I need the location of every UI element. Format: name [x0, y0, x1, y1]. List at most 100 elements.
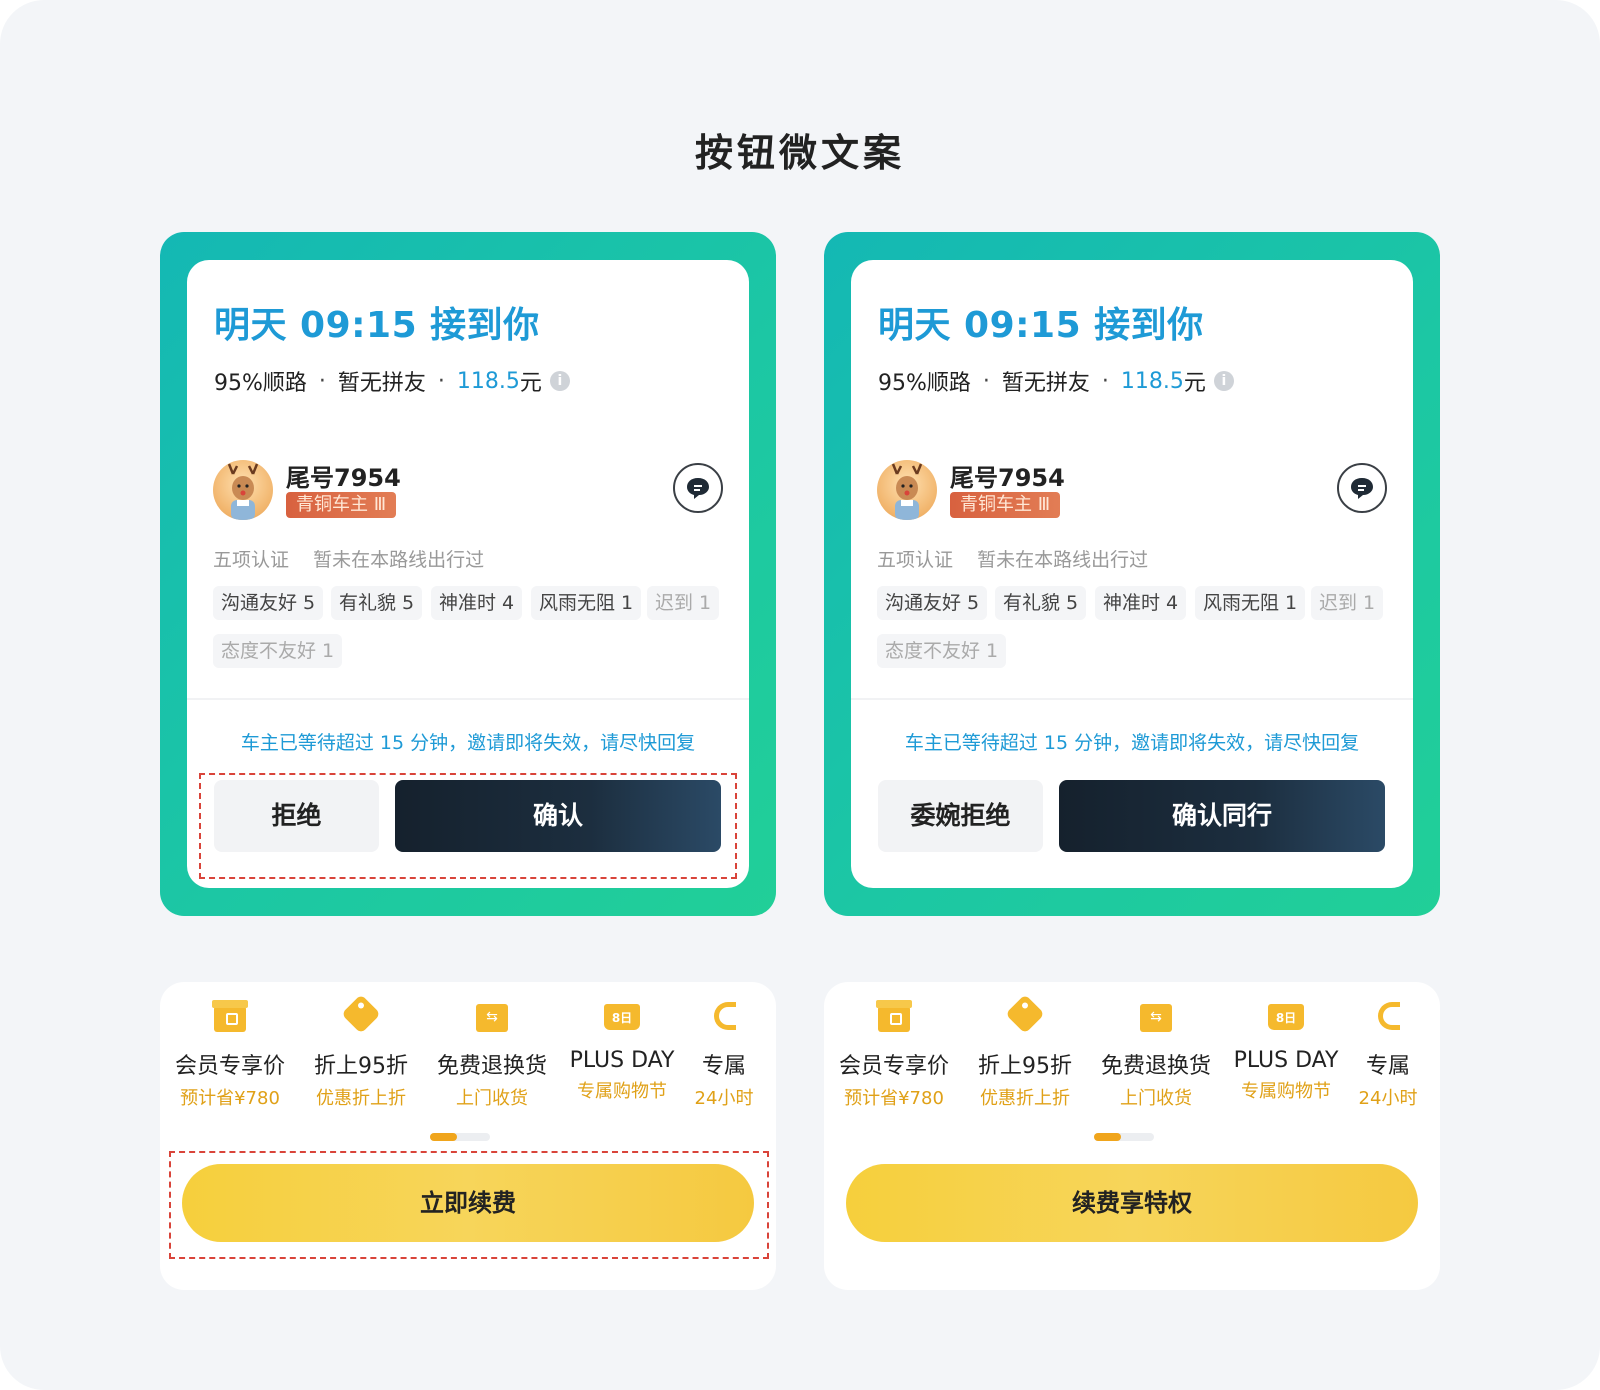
- driver-level-badge: 青铜车主 Ⅲ: [950, 492, 1061, 518]
- deer-avatar-icon: [227, 463, 259, 520]
- reject-button[interactable]: 委婉拒绝: [878, 780, 1043, 852]
- carpool-status: 暂无拼友: [337, 371, 426, 396]
- benefit-item[interactable]: 会员专享价 预计省¥780: [829, 996, 959, 1110]
- chat-button[interactable]: [673, 463, 723, 513]
- benefit-subtitle: 专属购物节: [577, 1081, 667, 1102]
- benefit-title: 会员专享价: [838, 1054, 949, 1079]
- benefit-title: PLUS DAY: [569, 1048, 675, 1073]
- benefit-title: 专属: [1365, 1054, 1410, 1079]
- price-value: 118.5: [456, 368, 520, 394]
- benefit-title: 免费退换货: [1100, 1054, 1211, 1079]
- return-box-icon: [1136, 996, 1176, 1036]
- renew-button[interactable]: 续费享特权: [846, 1164, 1418, 1242]
- chat-bubble-icon: [687, 478, 709, 499]
- benefit-title: 会员专享价: [174, 1054, 285, 1079]
- trip-card-frame: 明天 09:15 接到你 95%顺路 · 暂无拼友 · 118.5 元 i 尾号…: [824, 232, 1440, 916]
- page-title: 按钮微文案: [694, 131, 905, 175]
- route-history-note: 暂未在本路线出行过: [977, 549, 1149, 571]
- rating-tag: 神准时 4: [431, 586, 523, 620]
- benefit-title: PLUS DAY: [1233, 1048, 1339, 1073]
- driver-name: 尾号7954: [286, 464, 401, 492]
- gift-icon: [874, 996, 914, 1036]
- price-unit: 元: [519, 371, 542, 396]
- rating-tag: 风雨无阻 1: [531, 586, 642, 620]
- rating-tag: 神准时 4: [1095, 586, 1187, 620]
- benefit-item[interactable]: 专属 24小时: [1343, 996, 1433, 1110]
- cert-label: 五项认证: [877, 549, 954, 571]
- info-icon[interactable]: i: [1213, 371, 1234, 391]
- carousel-pager: [1094, 1133, 1154, 1141]
- cert-label: 五项认证: [213, 549, 290, 571]
- benefit-subtitle: 24小时: [694, 1088, 754, 1109]
- benefit-item[interactable]: 折上95折 优惠折上折: [960, 994, 1090, 1110]
- rating-tag: 态度不友好 1: [213, 634, 343, 668]
- headset-icon: [704, 996, 744, 1036]
- trip-card: 明天 09:15 接到你 95%顺路 · 暂无拼友 · 118.5 元 i 尾号…: [851, 260, 1413, 888]
- expiry-warning: 车主已等待超过 15 分钟，邀请即将失效，请尽快回复: [240, 732, 696, 754]
- benefit-subtitle: 专属购物节: [1241, 1081, 1331, 1102]
- discount-tag-icon: [1005, 994, 1045, 1036]
- driver-name: 尾号7954: [950, 464, 1065, 492]
- benefit-subtitle: 预计省¥780: [180, 1088, 280, 1109]
- rating-tag: 沟通友好 5: [877, 586, 988, 620]
- trip-card-frame: 明天 09:15 接到你 95%顺路 · 暂无拼友 · 118.5 元 i 尾号…: [160, 232, 776, 916]
- chat-button[interactable]: [1337, 463, 1387, 513]
- carousel-pager: [430, 1133, 490, 1141]
- price-unit: 元: [1183, 371, 1206, 396]
- benefit-subtitle: 预计省¥780: [844, 1088, 944, 1109]
- separator-dot: ·: [982, 368, 990, 394]
- carousel-pager-thumb: [430, 1133, 457, 1141]
- driver-level-badge: 青铜车主 Ⅲ: [286, 492, 397, 518]
- separator-dot: ·: [318, 368, 326, 394]
- expiry-warning: 车主已等待超过 15 分钟，邀请即将失效，请尽快回复: [904, 732, 1360, 754]
- certification-line: 五项认证 暂未在本路线出行过: [213, 545, 484, 572]
- pickup-time-title: 明天 09:15 接到你: [878, 305, 1204, 346]
- benefit-subtitle: 上门收货: [456, 1088, 528, 1109]
- benefit-title: 折上95折: [978, 1054, 1072, 1079]
- driver-avatar[interactable]: [213, 460, 273, 520]
- benefit-subtitle: 上门收货: [1120, 1088, 1192, 1109]
- gift-icon: [210, 996, 250, 1036]
- benefit-item[interactable]: 专属 24小时: [679, 996, 769, 1110]
- benefit-subtitle: 优惠折上折: [980, 1088, 1070, 1109]
- benefit-item[interactable]: 折上95折 优惠折上折: [296, 994, 426, 1110]
- info-icon[interactable]: i: [549, 371, 570, 391]
- headset-icon: [1368, 996, 1408, 1036]
- driver-avatar[interactable]: [877, 460, 937, 520]
- trip-summary: 95%顺路 · 暂无拼友 · 118.5 元 i: [878, 365, 1234, 397]
- trip-summary: 95%顺路 · 暂无拼友 · 118.5 元 i: [214, 365, 570, 397]
- carpool-status: 暂无拼友: [1001, 371, 1090, 396]
- chat-bubble-icon: [1351, 478, 1373, 499]
- rating-tag: 风雨无阻 1: [1195, 586, 1306, 620]
- crown-icon: [1266, 996, 1306, 1036]
- rating-tag: 有礼貌 5: [995, 586, 1087, 620]
- separator-dot: ·: [1101, 368, 1109, 394]
- benefit-item[interactable]: 免费退换货 上门收货: [427, 996, 557, 1110]
- benefit-item[interactable]: PLUS DAY 专属购物节: [557, 996, 687, 1103]
- rating-tag: 迟到 1: [1311, 586, 1384, 620]
- renew-button[interactable]: 立即续费: [182, 1164, 754, 1242]
- route-match: 95%顺路: [878, 371, 971, 396]
- confirm-button[interactable]: 确认: [395, 780, 721, 852]
- return-box-icon: [472, 996, 512, 1036]
- trip-card: 明天 09:15 接到你 95%顺路 · 暂无拼友 · 118.5 元 i 尾号…: [187, 260, 749, 888]
- confirm-button[interactable]: 确认同行: [1059, 780, 1385, 852]
- benefit-item[interactable]: 免费退换货 上门收货: [1091, 996, 1221, 1110]
- rating-tag: 态度不友好 1: [877, 634, 1007, 668]
- rating-tag: 有礼貌 5: [331, 586, 423, 620]
- membership-card: 会员专享价 预计省¥780 折上95折 优惠折上折 免费退换货 上门收货 PLU…: [160, 982, 776, 1290]
- divider: [851, 698, 1413, 700]
- price-value: 118.5: [1120, 368, 1184, 394]
- benefit-title: 免费退换货: [436, 1054, 547, 1079]
- route-match: 95%顺路: [214, 371, 307, 396]
- separator-dot: ·: [437, 368, 445, 394]
- crown-icon: [602, 996, 642, 1036]
- benefit-item[interactable]: PLUS DAY 专属购物节: [1221, 996, 1351, 1103]
- carousel-pager-thumb: [1094, 1133, 1121, 1141]
- reject-button[interactable]: 拒绝: [214, 780, 379, 852]
- benefit-item[interactable]: 会员专享价 预计省¥780: [165, 996, 295, 1110]
- benefit-subtitle: 24小时: [1358, 1088, 1418, 1109]
- membership-card: 会员专享价 预计省¥780 折上95折 优惠折上折 免费退换货 上门收货 PLU…: [824, 982, 1440, 1290]
- benefit-title: 折上95折: [314, 1054, 408, 1079]
- certification-line: 五项认证 暂未在本路线出行过: [877, 545, 1148, 572]
